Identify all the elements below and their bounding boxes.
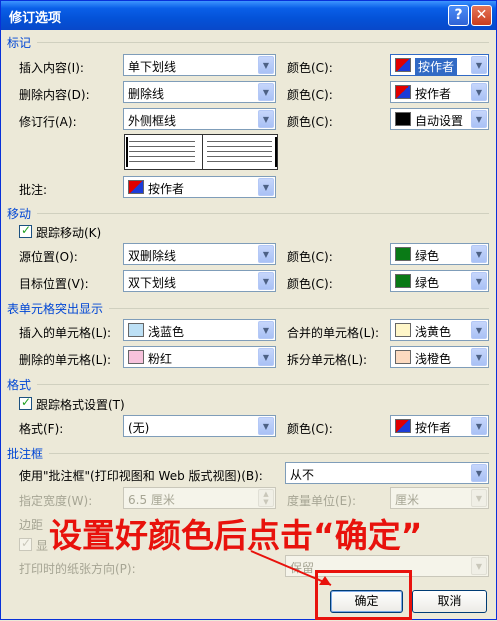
revision-options-dialog: 修订选项 ? ✕ 标记 插入内容(I): 单下划线 ▼ 颜色(C): 按作者 ▼… (0, 0, 497, 620)
annotation-arrow-icon (250, 550, 332, 586)
annotation-highlight-box (315, 570, 412, 620)
